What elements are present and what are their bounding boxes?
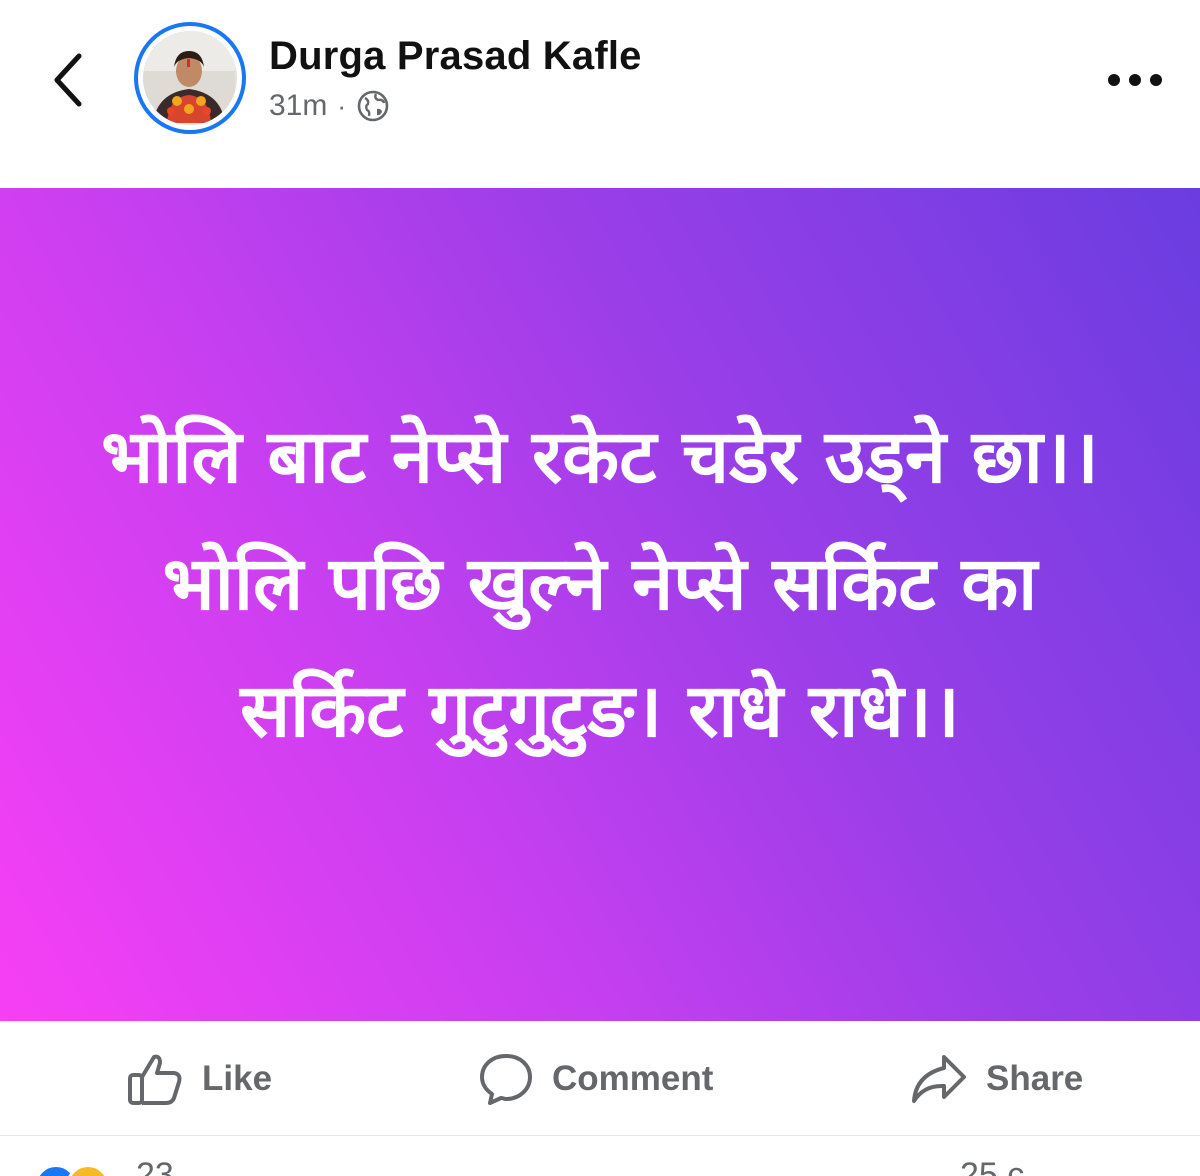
- post-meta: 31m ·: [269, 86, 390, 126]
- chevron-left-icon: [54, 53, 82, 107]
- share-arrow-icon: [912, 1055, 966, 1103]
- comment-bubble-icon: [480, 1054, 532, 1105]
- like-button[interactable]: Like: [126, 1049, 272, 1109]
- author-avatar[interactable]: [134, 22, 246, 134]
- more-options-button[interactable]: [1100, 58, 1170, 102]
- thumbs-up-icon: [128, 1054, 182, 1105]
- share-button[interactable]: Share: [910, 1049, 1083, 1109]
- reactions-summary: 23 25 c: [0, 1136, 1200, 1176]
- more-horizontal-icon: [1108, 74, 1162, 86]
- share-label: Share: [986, 1059, 1084, 1098]
- back-button[interactable]: [38, 44, 98, 116]
- haha-reaction-icon: [66, 1164, 110, 1176]
- post-timestamp[interactable]: 31m: [269, 89, 327, 123]
- comment-button[interactable]: Comment: [478, 1049, 713, 1109]
- post-text: भोलि बाट नेप्से रकेट चडेर उड्ने छा।। भोल…: [101, 414, 1099, 754]
- meta-separator: ·: [337, 91, 347, 121]
- comment-label: Comment: [552, 1059, 714, 1098]
- post-action-bar: Like Comment Share: [0, 1021, 1200, 1136]
- facebook-post-view: Durga Prasad Kafle 31m · भोलि बाट नेप्से…: [0, 0, 1200, 1176]
- author-name[interactable]: Durga Prasad Kafle: [269, 34, 642, 79]
- reaction-icons[interactable]: [34, 1164, 110, 1176]
- globe-icon: [357, 90, 389, 122]
- comment-count[interactable]: 25 c: [960, 1156, 1024, 1176]
- avatar-photo: [143, 31, 237, 125]
- like-label: Like: [202, 1059, 273, 1098]
- post-background: भोलि बाट नेप्से रकेट चडेर उड्ने छा।। भोल…: [0, 188, 1200, 1021]
- reaction-count[interactable]: 23: [136, 1156, 174, 1176]
- post-header: Durga Prasad Kafle 31m ·: [0, 0, 1200, 188]
